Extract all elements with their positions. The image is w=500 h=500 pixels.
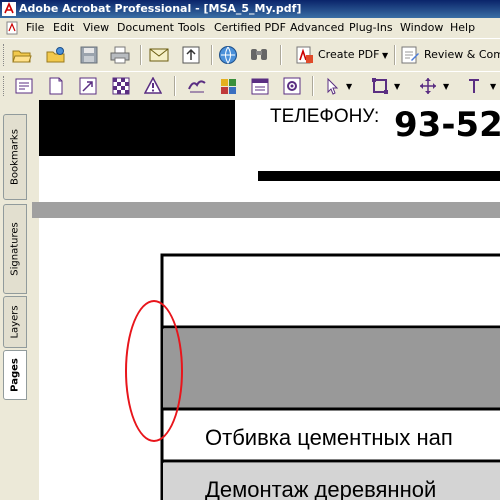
tab-signatures[interactable]: Signatures bbox=[3, 204, 27, 294]
navigation-pane: Bookmarks Signatures Layers Pages bbox=[0, 100, 33, 500]
header-black-block bbox=[39, 100, 235, 156]
attach-colored-icon bbox=[221, 79, 236, 94]
hand-sign-icon bbox=[188, 80, 206, 93]
arrow-cursor-icon bbox=[327, 77, 339, 95]
create-pdf-label[interactable]: Create PDF bbox=[318, 39, 379, 71]
warning-button[interactable] bbox=[141, 74, 165, 98]
secondary-toolbar: ▼ ▼ ▼ ▼ bbox=[0, 71, 500, 101]
table-row-text: Отбивка цементных нап bbox=[205, 425, 453, 450]
review-comment-icon bbox=[401, 46, 419, 64]
gray-band bbox=[32, 202, 500, 218]
create-pdf-button[interactable] bbox=[292, 43, 316, 67]
toolbar-separator bbox=[140, 45, 142, 65]
menu-document[interactable]: Document bbox=[117, 18, 174, 38]
warning-triangle-icon bbox=[144, 77, 162, 94]
email-button[interactable] bbox=[147, 43, 171, 67]
menu-tools[interactable]: Tools bbox=[178, 18, 205, 38]
menu-certified-pdf[interactable]: Certified PDF bbox=[214, 18, 286, 38]
menu-view[interactable]: View bbox=[83, 18, 109, 38]
main-toolbar: Create PDF ▼ Review & Comm bbox=[0, 38, 500, 72]
toolbar-grip[interactable] bbox=[3, 76, 7, 96]
document-view[interactable]: ТЕЛЕФОНУ: 93-52 Отбивка цементных нап Де… bbox=[32, 100, 500, 500]
open-folder-icon bbox=[12, 50, 32, 63]
toolbar-separator bbox=[280, 45, 282, 65]
email-envelope-icon bbox=[149, 48, 169, 62]
calendar-button[interactable] bbox=[248, 74, 272, 98]
checkerboard-icon bbox=[112, 77, 130, 95]
attach-button[interactable] bbox=[217, 74, 241, 98]
rectangle-tool-icon bbox=[372, 78, 388, 94]
toolbar-separator bbox=[312, 76, 314, 96]
toolbar-separator bbox=[394, 45, 396, 65]
select-dropdown-icon[interactable]: ▼ bbox=[346, 82, 352, 91]
printer-icon bbox=[110, 46, 130, 64]
move-tool-button[interactable] bbox=[416, 74, 440, 98]
gear-icon bbox=[283, 77, 301, 95]
globe-icon bbox=[219, 46, 237, 64]
checker-button[interactable] bbox=[109, 74, 133, 98]
menu-advanced[interactable]: Advanced bbox=[290, 18, 344, 38]
text-tool-icon bbox=[469, 79, 479, 93]
binoculars-icon bbox=[251, 49, 267, 60]
open-button[interactable] bbox=[10, 43, 34, 67]
acrobat-app-icon bbox=[2, 2, 16, 16]
table-gray-row bbox=[163, 329, 500, 409]
tab-layers[interactable]: Layers bbox=[3, 296, 27, 348]
text-dropdown-icon[interactable]: ▼ bbox=[490, 82, 496, 91]
phone-label: ТЕЛЕФОНУ: bbox=[270, 106, 379, 127]
search-button[interactable] bbox=[247, 43, 271, 67]
table-row-text: Демонтаж деревянной bbox=[205, 477, 436, 500]
link-arrow-icon bbox=[79, 77, 97, 95]
settings-button[interactable] bbox=[280, 74, 304, 98]
text-tool-button[interactable] bbox=[462, 74, 486, 98]
toolbar-grip[interactable] bbox=[3, 44, 7, 66]
move-dropdown-icon[interactable]: ▼ bbox=[443, 82, 449, 91]
create-pdf-dropdown-icon[interactable]: ▼ bbox=[382, 51, 388, 60]
review-comment-button[interactable] bbox=[398, 43, 422, 67]
create-pdf-icon bbox=[296, 46, 313, 64]
toolbar-separator bbox=[211, 45, 213, 65]
phone-number: 93-52 bbox=[394, 105, 500, 145]
toolbar-separator bbox=[174, 76, 176, 96]
organizer-icon bbox=[46, 47, 65, 63]
upload-arrow-icon bbox=[182, 46, 200, 64]
print-button[interactable] bbox=[108, 43, 132, 67]
calendar-icon bbox=[251, 78, 269, 95]
header-underline bbox=[258, 171, 500, 181]
select-tool-button[interactable] bbox=[320, 74, 344, 98]
review-comment-label[interactable]: Review & Comm bbox=[424, 39, 500, 71]
organizer-button[interactable] bbox=[44, 43, 68, 67]
menu-plug-ins[interactable]: Plug-Ins bbox=[349, 18, 393, 38]
blank-page-icon bbox=[49, 77, 63, 95]
rectangle-dropdown-icon[interactable]: ▼ bbox=[394, 82, 400, 91]
pdf-page: ТЕЛЕФОНУ: 93-52 Отбивка цементных нап Де… bbox=[32, 100, 500, 500]
menu-bar: File Edit View Document Tools Certified … bbox=[0, 18, 500, 38]
link-button[interactable] bbox=[76, 74, 100, 98]
tab-pages[interactable]: Pages bbox=[3, 350, 27, 400]
save-button[interactable] bbox=[77, 43, 101, 67]
rectangle-tool-button[interactable] bbox=[368, 74, 392, 98]
tab-bookmarks[interactable]: Bookmarks bbox=[3, 114, 27, 200]
upload-button[interactable] bbox=[179, 43, 203, 67]
hand-tool-button[interactable] bbox=[185, 74, 209, 98]
menu-help[interactable]: Help bbox=[450, 18, 475, 38]
move-arrows-icon bbox=[420, 78, 436, 94]
menu-edit[interactable]: Edit bbox=[53, 18, 74, 38]
page-button[interactable] bbox=[44, 74, 68, 98]
document-menu-icon[interactable] bbox=[6, 21, 18, 35]
menu-window[interactable]: Window bbox=[400, 18, 443, 38]
save-disk-icon bbox=[80, 46, 98, 64]
menu-file[interactable]: File bbox=[26, 18, 44, 38]
window-title: Adobe Acrobat Professional - [MSA_5_My.p… bbox=[19, 2, 302, 15]
form-fields-icon bbox=[15, 78, 33, 94]
web-button[interactable] bbox=[216, 43, 240, 67]
form-button[interactable] bbox=[12, 74, 36, 98]
title-bar: Adobe Acrobat Professional - [MSA_5_My.p… bbox=[0, 0, 500, 18]
page-margin bbox=[32, 100, 39, 500]
